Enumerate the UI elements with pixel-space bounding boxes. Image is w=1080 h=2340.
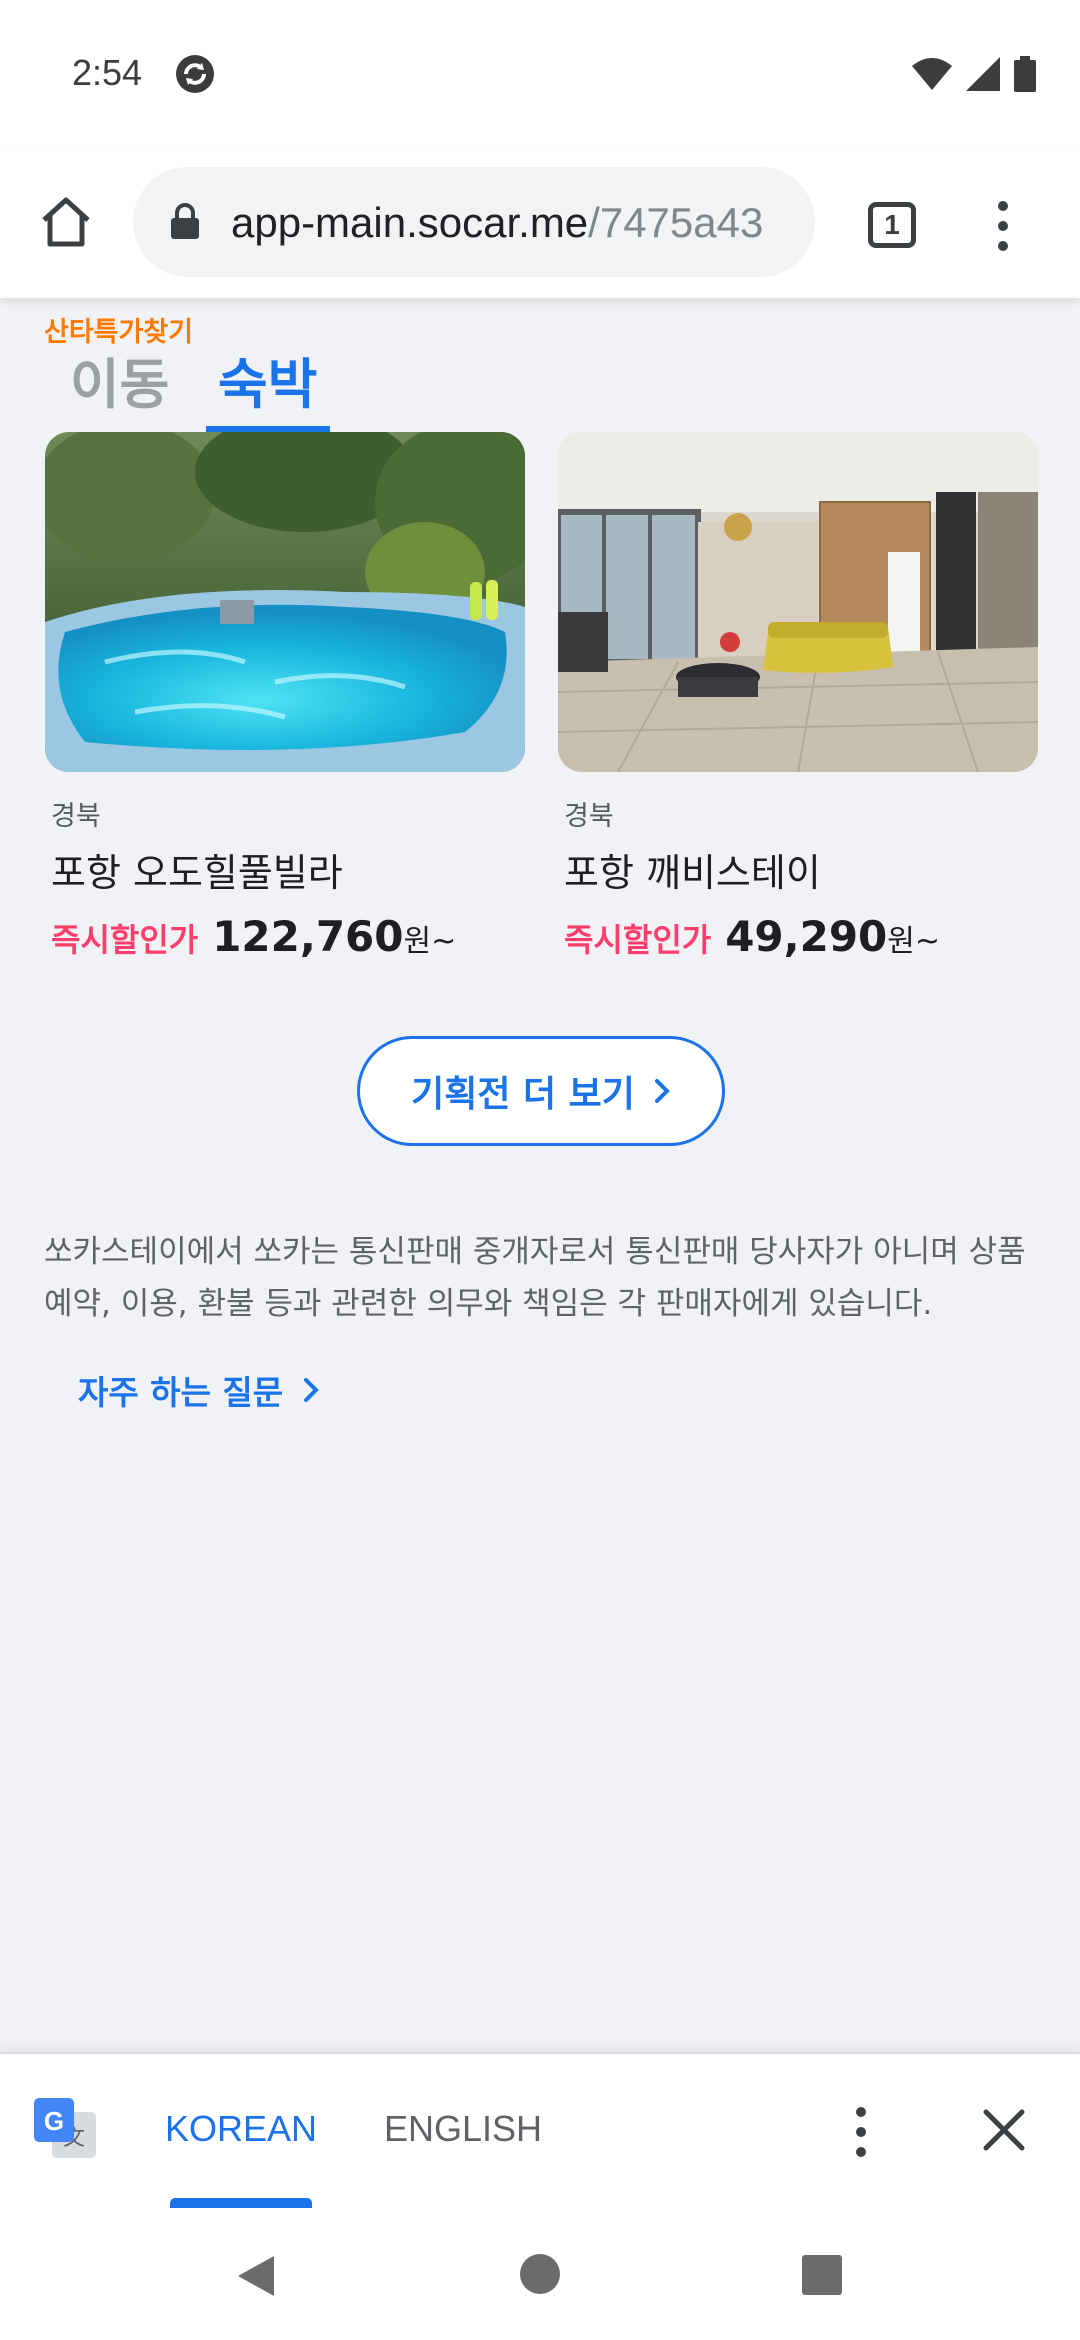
status-bar: 2:54	[0, 0, 1080, 150]
address-bar[interactable]: app-main.socar.me/7475a43	[133, 167, 815, 277]
home-circle-icon[interactable]	[518, 2252, 562, 2296]
url-text[interactable]: app-main.socar.me/7475a43	[231, 199, 763, 247]
stay-card[interactable]: 경북 포항 깨비스테이 즉시할인가 49,290 원~	[558, 432, 1038, 982]
more-exhibit-button[interactable]: 기획전 더 보기	[357, 1036, 725, 1146]
stay-region: 경북	[564, 801, 614, 832]
stay-price-row: 즉시할인가 49,290 원~	[564, 912, 940, 961]
stay-photo-jacuzzi	[45, 432, 525, 772]
cellular-signal-icon	[966, 57, 1000, 91]
google-translate-icon: 文 G	[34, 2098, 96, 2158]
stay-price-row: 즉시할인가 122,760 원~	[51, 912, 456, 961]
recents-icon[interactable]	[801, 2254, 843, 2296]
tab-move[interactable]: 이동	[70, 340, 169, 419]
language-selected-indicator	[170, 2198, 312, 2208]
svg-text:G: G	[44, 2106, 64, 2136]
price-suffix: 원~	[887, 924, 941, 959]
stay-card[interactable]: 경북 포항 오도힐풀빌라 즉시할인가 122,760 원~	[45, 432, 525, 982]
stay-price: 122,760	[212, 912, 404, 961]
status-icons	[912, 56, 1036, 92]
more-vert-icon[interactable]	[846, 2104, 876, 2160]
translate-bar: 文 G KOREAN ENGLISH	[0, 2052, 1080, 2208]
system-nav-bar	[0, 2208, 1080, 2340]
back-icon[interactable]	[234, 2252, 278, 2300]
tab-switcher-button[interactable]: 1	[868, 202, 916, 248]
url-host: app-main.socar.me	[231, 199, 589, 246]
chevron-right-icon	[654, 1079, 670, 1103]
more-exhibit-label: 기획전 더 보기	[411, 1074, 635, 1115]
url-path: /7475a43	[588, 199, 764, 246]
faq-link[interactable]: 자주 하는 질문	[78, 1366, 319, 1414]
status-time: 2:54	[72, 52, 143, 93]
stay-region: 경북	[51, 801, 101, 832]
lock-icon	[171, 203, 199, 239]
language-english[interactable]: ENGLISH	[384, 2108, 542, 2150]
battery-icon	[1014, 56, 1036, 92]
wifi-icon	[912, 58, 952, 90]
discount-label: 즉시할인가	[51, 921, 199, 959]
discount-label: 즉시할인가	[564, 921, 712, 959]
stay-name: 포항 깨비스테이	[564, 851, 821, 895]
price-suffix: 원~	[403, 924, 457, 959]
tab-stay[interactable]: 숙박	[218, 340, 317, 419]
home-icon[interactable]	[36, 192, 96, 252]
stay-name: 포항 오도힐풀빌라	[51, 851, 343, 895]
faq-label: 자주 하는 질문	[78, 1373, 284, 1412]
language-korean[interactable]: KOREAN	[165, 2108, 317, 2150]
more-vert-icon[interactable]	[988, 198, 1018, 254]
close-icon[interactable]	[980, 2106, 1028, 2154]
stay-price: 49,290	[725, 912, 888, 961]
chevron-right-icon	[304, 1378, 319, 1402]
sync-icon	[176, 55, 214, 93]
seller-notice: 쏘카스테이에서 쏘카는 통신판매 중개자로서 통신판매 당사자가 아니며 상품 …	[44, 1234, 1026, 1322]
stay-photo-living-room	[558, 432, 1038, 772]
browser-toolbar: app-main.socar.me/7475a43 1	[0, 150, 1080, 300]
